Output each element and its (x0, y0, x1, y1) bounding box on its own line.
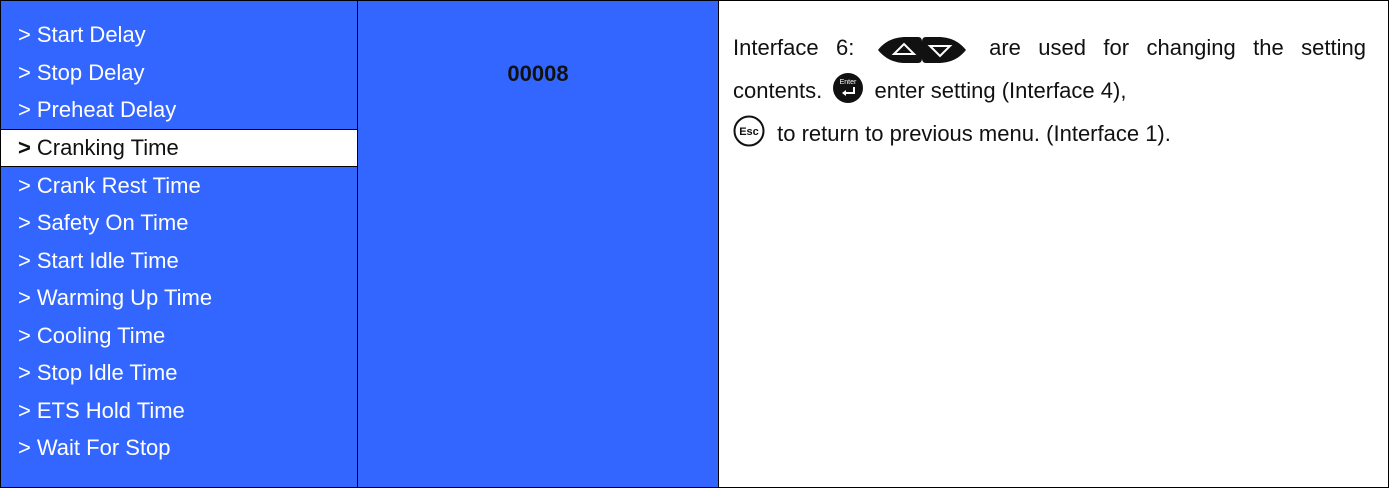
menu-arrow: > (18, 210, 31, 235)
menu-arrow: > (18, 247, 31, 273)
menu-arrow: > (18, 97, 31, 122)
menu-item-label: Safety On Time (36, 210, 189, 235)
description-line-2: enter setting (Interface 4), (874, 78, 1127, 103)
menu-item-safety-on-time[interactable]: > Safety On Time (1, 204, 357, 242)
menu-item-label: Cooling Time (36, 322, 166, 348)
menu-item-label: ETS Hold Time (36, 397, 185, 423)
settings-table: > Start Delay > Stop Delay > Preheat Delay … (0, 0, 1389, 488)
value-panel: 00008 (357, 0, 719, 488)
menu-arrow: > (18, 22, 31, 47)
menu-item-cranking-time[interactable]: > Cranking Time (1, 128, 357, 167)
menu-item-stop-idle-time[interactable]: > Stop Idle Time (1, 354, 357, 392)
menu-item-label: Cranking Time (36, 134, 179, 160)
menu-item-preheat-delay[interactable]: > Preheat Delay (1, 91, 357, 129)
description-cell: Interface 6: are used for changing the s… (718, 0, 1389, 488)
menu-arrow: > (18, 285, 31, 310)
enter-key-icon: Enter (832, 72, 864, 104)
enter-key-label: Enter (840, 79, 857, 86)
menu-arrow: > (18, 322, 31, 348)
menu-item-ets-hold-time[interactable]: > ETS Hold Time (1, 392, 357, 430)
esc-key-label: Esc (739, 126, 759, 138)
description-line-3: to return to previous menu. (Interface 1… (777, 121, 1171, 146)
menu-item-stop-delay[interactable]: > Stop Delay (1, 54, 357, 92)
menu-arrow: > (18, 435, 31, 460)
menu-item-start-idle-time[interactable]: > Start Idle Time (1, 242, 357, 280)
menu-item-label: Start Idle Time (36, 247, 179, 273)
settings-menu-list: > Start Delay > Stop Delay > Preheat Delay … (1, 1, 357, 467)
menu-item-label: Preheat Delay (36, 97, 177, 122)
menu-arrow: > (18, 59, 31, 85)
menu-item-cooling-time[interactable]: > Cooling Time (1, 317, 357, 355)
menu-item-label: Crank Rest Time (36, 172, 201, 198)
menu-item-start-delay[interactable]: > Start Delay (1, 16, 357, 54)
menu-item-wait-for-stop[interactable]: > Wait For Stop (1, 429, 357, 467)
interface-label: Interface 6: (733, 35, 855, 60)
menu-item-label: Stop Idle Time (36, 360, 178, 385)
menu-item-crank-rest-time[interactable]: > Crank Rest Time (1, 167, 357, 205)
menu-item-label: Wait For Stop (36, 435, 171, 460)
menu-arrow: > (18, 134, 31, 160)
menu-item-label: Start Delay (36, 22, 146, 47)
menu-arrow: > (18, 397, 31, 423)
setting-value: 00008 (507, 61, 569, 86)
description-text: Interface 6: are used for changing the s… (719, 1, 1388, 155)
menu-item-warming-up-time[interactable]: > Warming Up Time (1, 279, 357, 317)
menu-arrow: > (18, 360, 31, 385)
settings-menu-panel: > Start Delay > Stop Delay > Preheat Delay … (0, 0, 358, 488)
menu-item-label: Warming Up Time (36, 285, 213, 310)
menu-item-label: Stop Delay (36, 59, 145, 85)
menu-arrow: > (18, 172, 31, 198)
esc-key-icon: Esc (733, 115, 765, 147)
up-down-arrow-keys-icon (876, 35, 968, 64)
